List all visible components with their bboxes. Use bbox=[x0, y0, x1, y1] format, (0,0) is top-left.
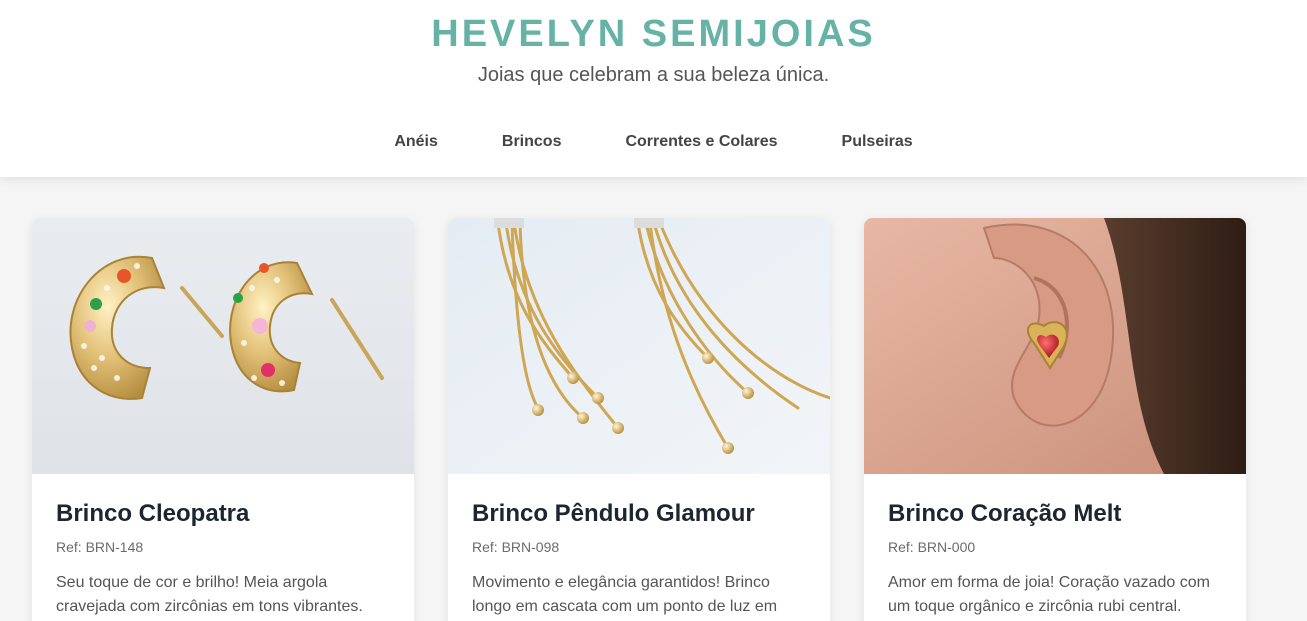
heart-earring-image bbox=[864, 218, 1246, 474]
cascade-earrings-image bbox=[448, 218, 830, 474]
product-description: Seu toque de cor e brilho! Meia argola c… bbox=[56, 574, 363, 615]
product-card[interactable]: Brinco Pêndulo Glamour Ref: BRN-098 Movi… bbox=[448, 218, 830, 621]
product-title[interactable]: Brinco Coração Melt bbox=[888, 499, 1222, 529]
site-header: HEVELYN SEMIJOIAS Joias que celebram a s… bbox=[0, 0, 1307, 177]
hoop-earrings-image bbox=[32, 218, 414, 474]
product-image[interactable] bbox=[448, 218, 830, 474]
product-description: Movimento e elegância garantidos! Brinco… bbox=[472, 574, 778, 615]
product-grid: Brinco Cleopatra Ref: BRN-148 Seu toque … bbox=[32, 218, 1246, 621]
product-image[interactable] bbox=[864, 218, 1246, 474]
tagline: Joias que celebram a sua beleza única. bbox=[477, 64, 830, 86]
main-nav: Anéis Brincos Correntes e Colares Pulsei… bbox=[0, 133, 1307, 151]
product-image[interactable] bbox=[32, 218, 414, 474]
brand-logo[interactable]: HEVELYN SEMIJOIAS bbox=[0, 13, 1307, 56]
product-ref: Ref: BRN-000 bbox=[888, 539, 976, 555]
nav-item-brincos[interactable]: Brincos bbox=[502, 133, 562, 151]
product-ref: Ref: BRN-148 bbox=[56, 539, 144, 555]
product-description: Amor em forma de joia! Coração vazado co… bbox=[888, 574, 1210, 615]
nav-item-correntes-colares[interactable]: Correntes e Colares bbox=[625, 133, 777, 151]
product-title[interactable]: Brinco Cleopatra bbox=[56, 499, 390, 529]
product-card[interactable]: Brinco Coração Melt Ref: BRN-000 Amor em… bbox=[864, 218, 1246, 621]
product-ref: Ref: BRN-098 bbox=[472, 539, 560, 555]
nav-item-aneis[interactable]: Anéis bbox=[394, 133, 438, 151]
nav-item-pulseiras[interactable]: Pulseiras bbox=[842, 133, 913, 151]
product-title[interactable]: Brinco Pêndulo Glamour bbox=[472, 499, 806, 529]
product-card[interactable]: Brinco Cleopatra Ref: BRN-148 Seu toque … bbox=[32, 218, 414, 621]
